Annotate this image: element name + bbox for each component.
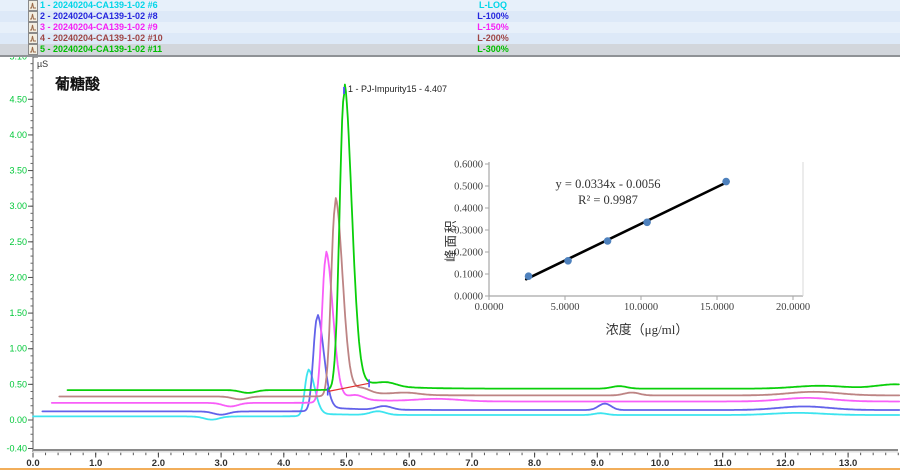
inset-x-tick-label: 15.0000	[700, 302, 734, 313]
y-axis-tick-label: 1.50	[9, 308, 27, 318]
y-axis-tick-label: 3.50	[9, 166, 27, 176]
trendline-equation: y = 0.0334x - 0.0056 R² = 0.9987	[488, 176, 728, 208]
legend-level-label: L-LOQ	[460, 0, 526, 11]
r-squared-line: R² = 0.9987	[488, 192, 728, 208]
inset-x-axis-title: 浓度（μg/ml）	[547, 319, 747, 338]
injection-icon	[28, 11, 38, 22]
compound-title: 葡糖酸	[55, 73, 100, 94]
inset-y-tick-label: 0.5000	[454, 182, 483, 193]
inset-y-tick-label: 0.0000	[454, 292, 483, 303]
y-axis-tick-label: 0.50	[9, 379, 27, 389]
y-axis-tick-label: 2.50	[9, 237, 27, 247]
legend-row[interactable]: 1 - 20240204-CA139-1-02 #6 L-LOQ	[0, 0, 900, 11]
chromatogram-trace-L-300%	[68, 85, 899, 393]
legend-row[interactable]: 4 - 20240204-CA139-1-02 #10 L-200%	[0, 33, 900, 44]
inset-x-tick-label: 5.0000	[551, 302, 580, 313]
legend-row[interactable]: 3 - 20240204-CA139-1-02 #9 L-150%	[0, 22, 900, 33]
equation-line: y = 0.0334x - 0.0056	[488, 176, 728, 192]
y-axis-tick-label: 2.00	[9, 272, 27, 282]
legend-row[interactable]: 5 - 20240204-CA139-1-02 #11 L-300%	[0, 44, 900, 55]
injection-icon	[28, 22, 38, 33]
y-axis-tick-label: 4.50	[9, 94, 27, 104]
legend-level-label: L-200%	[460, 33, 526, 44]
inset-y-tick-label: 0.1000	[454, 270, 483, 281]
legend-injection-label: 2 - 20240204-CA139-1-02 #8	[40, 11, 158, 22]
legend-row[interactable]: 2 - 20240204-CA139-1-02 #8 L-100%	[0, 11, 900, 22]
inset-data-point	[525, 272, 533, 280]
inset-x-tick-label: 20.0000	[776, 302, 810, 313]
inset-data-point	[564, 257, 572, 265]
x-axis-bar	[33, 449, 898, 451]
injection-icon	[28, 0, 38, 11]
inset-x-tick-label: 10.0000	[624, 302, 658, 313]
peak-annotation-label: 1 - PJ-Impurity15 - 4.407	[348, 84, 447, 94]
legend-injection-label: 1 - 20240204-CA139-1-02 #6	[40, 0, 158, 11]
y-axis-tick-label: 0.00	[9, 415, 27, 425]
y-axis-tick-label: -0.40	[6, 444, 27, 454]
legend-injection-label: 3 - 20240204-CA139-1-02 #9	[40, 22, 158, 33]
legend-injection-label: 5 - 20240204-CA139-1-02 #11	[40, 44, 162, 55]
injection-icon	[28, 44, 38, 55]
inset-y-tick-label: 0.6000	[454, 160, 483, 171]
y-axis-tick-label: 1.00	[9, 344, 27, 354]
legend-panel: 1 - 20240204-CA139-1-02 #6 L-LOQ 2 - 202…	[0, 0, 900, 57]
legend-level-label: L-100%	[460, 11, 526, 22]
y-axis-tick-label: 3.00	[9, 201, 27, 211]
legend-level-label: L-150%	[460, 22, 526, 33]
inset-data-point	[643, 219, 651, 227]
inset-x-tick-label: 0.0000	[475, 302, 504, 313]
injection-icon	[28, 33, 38, 44]
inset-y-axis-title: 峰面积	[440, 218, 459, 262]
bottom-edge-line	[0, 468, 900, 470]
legend-level-label: L-300%	[460, 44, 526, 55]
inset-data-point	[604, 237, 612, 245]
y-axis-tick-label: 4.00	[9, 130, 27, 140]
inset-y-tick-label: 0.4000	[454, 204, 483, 215]
y-axis-unit-label: µS	[37, 59, 48, 69]
legend-injection-label: 4 - 20240204-CA139-1-02 #10	[40, 33, 163, 44]
x-axis-bar-light	[33, 451, 898, 453]
